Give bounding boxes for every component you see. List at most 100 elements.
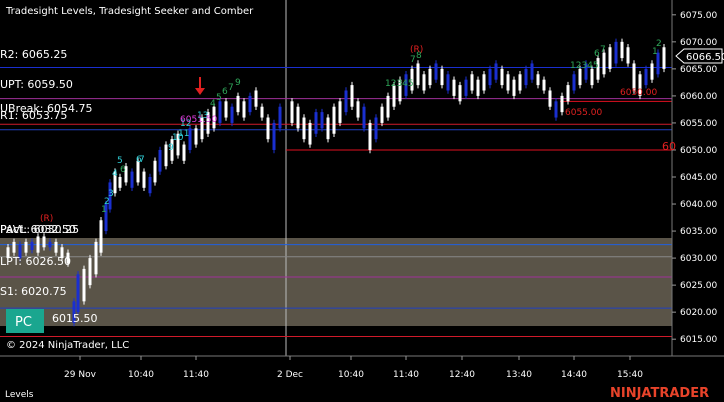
bar-body	[506, 74, 510, 91]
bar-body	[218, 101, 222, 123]
price-tick-label: 6020.00	[680, 308, 717, 318]
bar-body	[536, 74, 540, 86]
bar-body	[94, 241, 98, 275]
time-tick-label: 11:40	[393, 370, 419, 380]
bar-body	[500, 68, 504, 86]
time-tick-label: 11:40	[183, 370, 209, 380]
bar-body	[440, 68, 444, 86]
time-tick-label: 2 Dec	[277, 370, 303, 380]
bar-body	[488, 68, 492, 86]
bar-body	[572, 74, 576, 91]
bar-body	[24, 241, 28, 253]
bar-body	[99, 220, 103, 253]
chart-title: Tradesight Levels, Tradesight Seeker and…	[5, 6, 254, 17]
bar-body	[153, 160, 157, 183]
ninjatrader-logo: NINJATRADER	[610, 386, 709, 401]
sequence-marker: 3	[108, 189, 114, 199]
bar-body	[566, 85, 570, 102]
time-tick-label: 14:40	[561, 370, 587, 380]
bar-body	[482, 74, 486, 91]
price-tick-label: 6025.00	[680, 281, 717, 291]
time-tick-label: 15:40	[617, 370, 643, 380]
bar-body	[416, 63, 420, 86]
bar-body	[36, 236, 40, 253]
sequence-marker: 9	[168, 143, 174, 153]
bar-body	[30, 241, 34, 250]
bar-body	[260, 106, 264, 118]
current-price-label: 6066.50	[686, 52, 724, 63]
pc-button-label: PC	[15, 315, 32, 330]
bar-body	[254, 90, 258, 107]
red-price-label-1: 6050.00	[620, 88, 657, 98]
bar-body	[278, 106, 282, 129]
copyright: © 2024 NinjaTrader, LLC	[6, 340, 129, 351]
price-tick-label: 6040.00	[680, 200, 717, 210]
bar-body	[458, 85, 462, 102]
bar-body	[76, 274, 80, 313]
bar-body	[578, 68, 582, 86]
bar-body	[530, 63, 534, 80]
bar-body	[194, 128, 198, 145]
price-tick-label: 6055.00	[680, 119, 717, 129]
bar-body	[620, 41, 624, 59]
bar-body	[602, 52, 606, 75]
bar-body	[632, 63, 636, 91]
bar-body	[368, 122, 372, 150]
bar-body	[446, 74, 450, 91]
panel-label: Levels	[5, 390, 34, 400]
bar-body	[422, 74, 426, 91]
bar-body	[428, 68, 432, 86]
bar-body	[12, 241, 16, 253]
sequence-marker: 9	[235, 78, 241, 88]
bar-body	[148, 177, 152, 194]
sequence-marker: 5	[216, 93, 222, 103]
bar-body	[662, 47, 666, 69]
level-label: S1: 6020.75	[0, 285, 67, 298]
sequence-marker: 7	[228, 83, 234, 93]
current-price-tag: 6066.50	[675, 48, 724, 64]
bar-body	[236, 95, 240, 113]
price-tick-label: 6045.00	[680, 173, 717, 183]
level-label: PAVL: 6030.25	[0, 223, 79, 236]
bar-body	[302, 117, 306, 140]
bar-body	[374, 117, 378, 140]
bar-body	[590, 68, 594, 86]
level-label: R1: 6053.75	[0, 109, 67, 122]
price-tick-label: 6075.00	[680, 11, 717, 21]
bar-body	[182, 144, 186, 161]
pc-button[interactable]: PC	[6, 309, 44, 333]
bar-body	[452, 79, 456, 96]
bar-body	[344, 90, 348, 113]
price-tick-label: 6015.00	[680, 335, 717, 345]
sequence-marker: 7	[410, 55, 416, 65]
sequence-marker: 6	[120, 165, 126, 175]
r-marker-2: (R)	[410, 45, 423, 55]
bar-body	[350, 85, 354, 107]
bar-body	[290, 101, 294, 123]
level-label: 6015.50	[52, 312, 98, 325]
bar-body	[224, 101, 228, 118]
price-tick-label: 6035.00	[680, 227, 717, 237]
bar-body	[118, 177, 122, 188]
price-chart[interactable]: 12345667910111213456 7 9 123457 8123456 721 6…	[0, 0, 724, 402]
sequence-marker: 7	[600, 45, 606, 55]
bar-body	[266, 117, 270, 140]
bar-body	[320, 112, 324, 129]
price-tick-label: 6060.00	[680, 92, 717, 102]
price-tick-label: 6065.00	[680, 65, 717, 75]
bar-body	[158, 149, 162, 172]
bar-body	[380, 106, 384, 123]
price-tick-label: 6070.00	[680, 38, 717, 48]
time-tick-label: 13:40	[506, 370, 532, 380]
bar-body	[332, 106, 336, 134]
sequence-marker: 4	[112, 169, 118, 179]
bar-body	[308, 122, 312, 145]
bar-body	[542, 79, 546, 91]
sequence-marker: 7	[139, 155, 145, 165]
sequence-marker: 12345	[570, 61, 599, 71]
bar-body	[512, 79, 516, 96]
sequence-marker: 11	[178, 129, 189, 139]
bar-body	[518, 74, 522, 91]
bar-body	[242, 101, 246, 118]
sequence-marker: 1	[652, 47, 658, 57]
